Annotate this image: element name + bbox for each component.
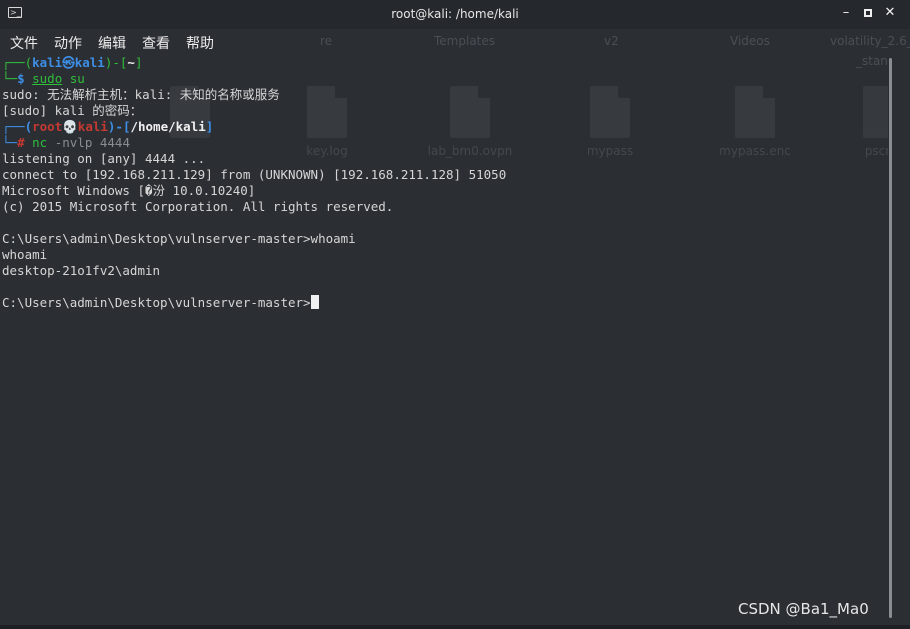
command-text: nc bbox=[32, 135, 48, 150]
scrollbar-thumb[interactable] bbox=[889, 58, 892, 618]
desktop-file-label: mypass.enc bbox=[719, 144, 791, 158]
desktop-file-ghost: key.log bbox=[297, 86, 357, 158]
prompt-corner: └─ bbox=[2, 71, 18, 86]
prompt-corner: ┌──( bbox=[2, 119, 33, 134]
output-line: C:\Users\admin\Desktop\vulnserver-master… bbox=[2, 231, 356, 246]
prompt-sep: )-[ bbox=[104, 55, 128, 70]
current-prompt: C:\Users\admin\Desktop\vulnserver-master… bbox=[2, 295, 311, 310]
command-line: └─# nc -nvlp 4444 bbox=[2, 135, 130, 151]
menu-item-action[interactable]: 动作 bbox=[54, 33, 82, 53]
output-line: sudo: 无法解析主机：kali: 未知的名称或服务 bbox=[2, 87, 280, 102]
output-line: (c) 2015 Microsoft Corporation. All righ… bbox=[2, 199, 394, 214]
menu-bar: 文件 动作 编辑 查看 帮助 re Templates v2 Videos vo… bbox=[0, 29, 910, 54]
prompt-line: ┌──(kali㉿kali)-[~] bbox=[2, 55, 142, 71]
prompt-user: kali bbox=[32, 55, 63, 70]
input-line[interactable]: C:\Users\admin\Desktop\vulnserver-master… bbox=[2, 295, 319, 311]
prompt-corner: └─ bbox=[2, 135, 18, 150]
prompt-host: kali bbox=[74, 55, 105, 70]
desktop-file-ghost: mypass.enc bbox=[710, 86, 800, 158]
desktop-file-label: lab_bm0.ovpn bbox=[427, 144, 513, 158]
prompt-dir: ~ bbox=[127, 55, 135, 70]
scrollbar[interactable] bbox=[888, 54, 894, 625]
terminal-output[interactable]: _standa key.log lab_bm0.ovpn mypass mypa… bbox=[0, 54, 888, 625]
prompt-close: ] bbox=[205, 119, 214, 134]
prompt-line: ┌──(root💀kali)-[/home/kali] bbox=[2, 119, 213, 135]
output-line: whoami bbox=[2, 247, 48, 262]
desktop-ghost-label: v2 bbox=[604, 34, 619, 48]
menu-item-file[interactable]: 文件 bbox=[10, 33, 38, 53]
desktop-file-label: pscrib bbox=[864, 144, 888, 158]
desktop-ghost-label: _standa bbox=[856, 54, 888, 68]
output-line: desktop-21o1fv2\admin bbox=[2, 263, 161, 278]
prompt-corner: ┌──( bbox=[2, 55, 33, 70]
command-text: sudo bbox=[32, 71, 63, 86]
minimize-icon[interactable]: – bbox=[839, 6, 853, 20]
prompt-sep: )-[ bbox=[107, 119, 131, 134]
maximize-icon[interactable] bbox=[861, 6, 875, 20]
prompt-at: ㉿ bbox=[62, 55, 75, 70]
prompt-user: root bbox=[32, 119, 63, 134]
output-line: listening on [any] 4444 ... bbox=[2, 151, 206, 166]
command-arg: -nvlp bbox=[47, 135, 93, 150]
desktop-ghost-label: Videos bbox=[730, 34, 770, 48]
command-arg: 4444 bbox=[92, 135, 130, 150]
window-title: root@kali: /home/kali bbox=[391, 7, 519, 21]
desktop-ghost-label: volatility_2.6_ bbox=[830, 34, 910, 48]
window-bottom-edge bbox=[0, 625, 910, 629]
output-line: Microsoft Windows [�汾 10.0.10240] bbox=[2, 183, 256, 198]
menu-item-help[interactable]: 帮助 bbox=[186, 33, 214, 53]
watermark: CSDN @Ba1_Ma0 bbox=[738, 600, 869, 618]
prompt-host: kali bbox=[77, 119, 108, 134]
desktop-file-ghost: mypass bbox=[580, 86, 640, 158]
output-line: [sudo] kali 的密码： bbox=[2, 103, 143, 118]
close-icon[interactable]: ✕ bbox=[883, 6, 897, 20]
prompt-sigil: # bbox=[17, 135, 33, 150]
desktop-file-ghost: lab_bm0.ovpn bbox=[415, 86, 525, 158]
text-cursor bbox=[310, 295, 319, 309]
prompt-dir: /home/kali bbox=[130, 119, 206, 134]
prompt-sigil: $ bbox=[17, 71, 33, 86]
command-arg: su bbox=[62, 71, 85, 86]
skull-icon: 💀 bbox=[62, 119, 78, 134]
prompt-close: ] bbox=[134, 55, 143, 70]
desktop-ghost-label: Templates bbox=[434, 34, 496, 48]
command-line: └─$ sudo su bbox=[2, 71, 85, 87]
desktop-ghost-label: re bbox=[320, 34, 333, 48]
desktop-file-label: key.log bbox=[306, 144, 348, 158]
menu-item-edit[interactable]: 编辑 bbox=[98, 33, 126, 53]
window-titlebar[interactable]: >_ root@kali: /home/kali – ✕ bbox=[0, 0, 910, 29]
output-line: connect to [192.168.211.129] from (UNKNO… bbox=[2, 167, 507, 182]
desktop-file-ghost: pscrib bbox=[858, 86, 888, 158]
menu-item-view[interactable]: 查看 bbox=[142, 33, 170, 53]
desktop-file-label: mypass bbox=[586, 144, 634, 158]
